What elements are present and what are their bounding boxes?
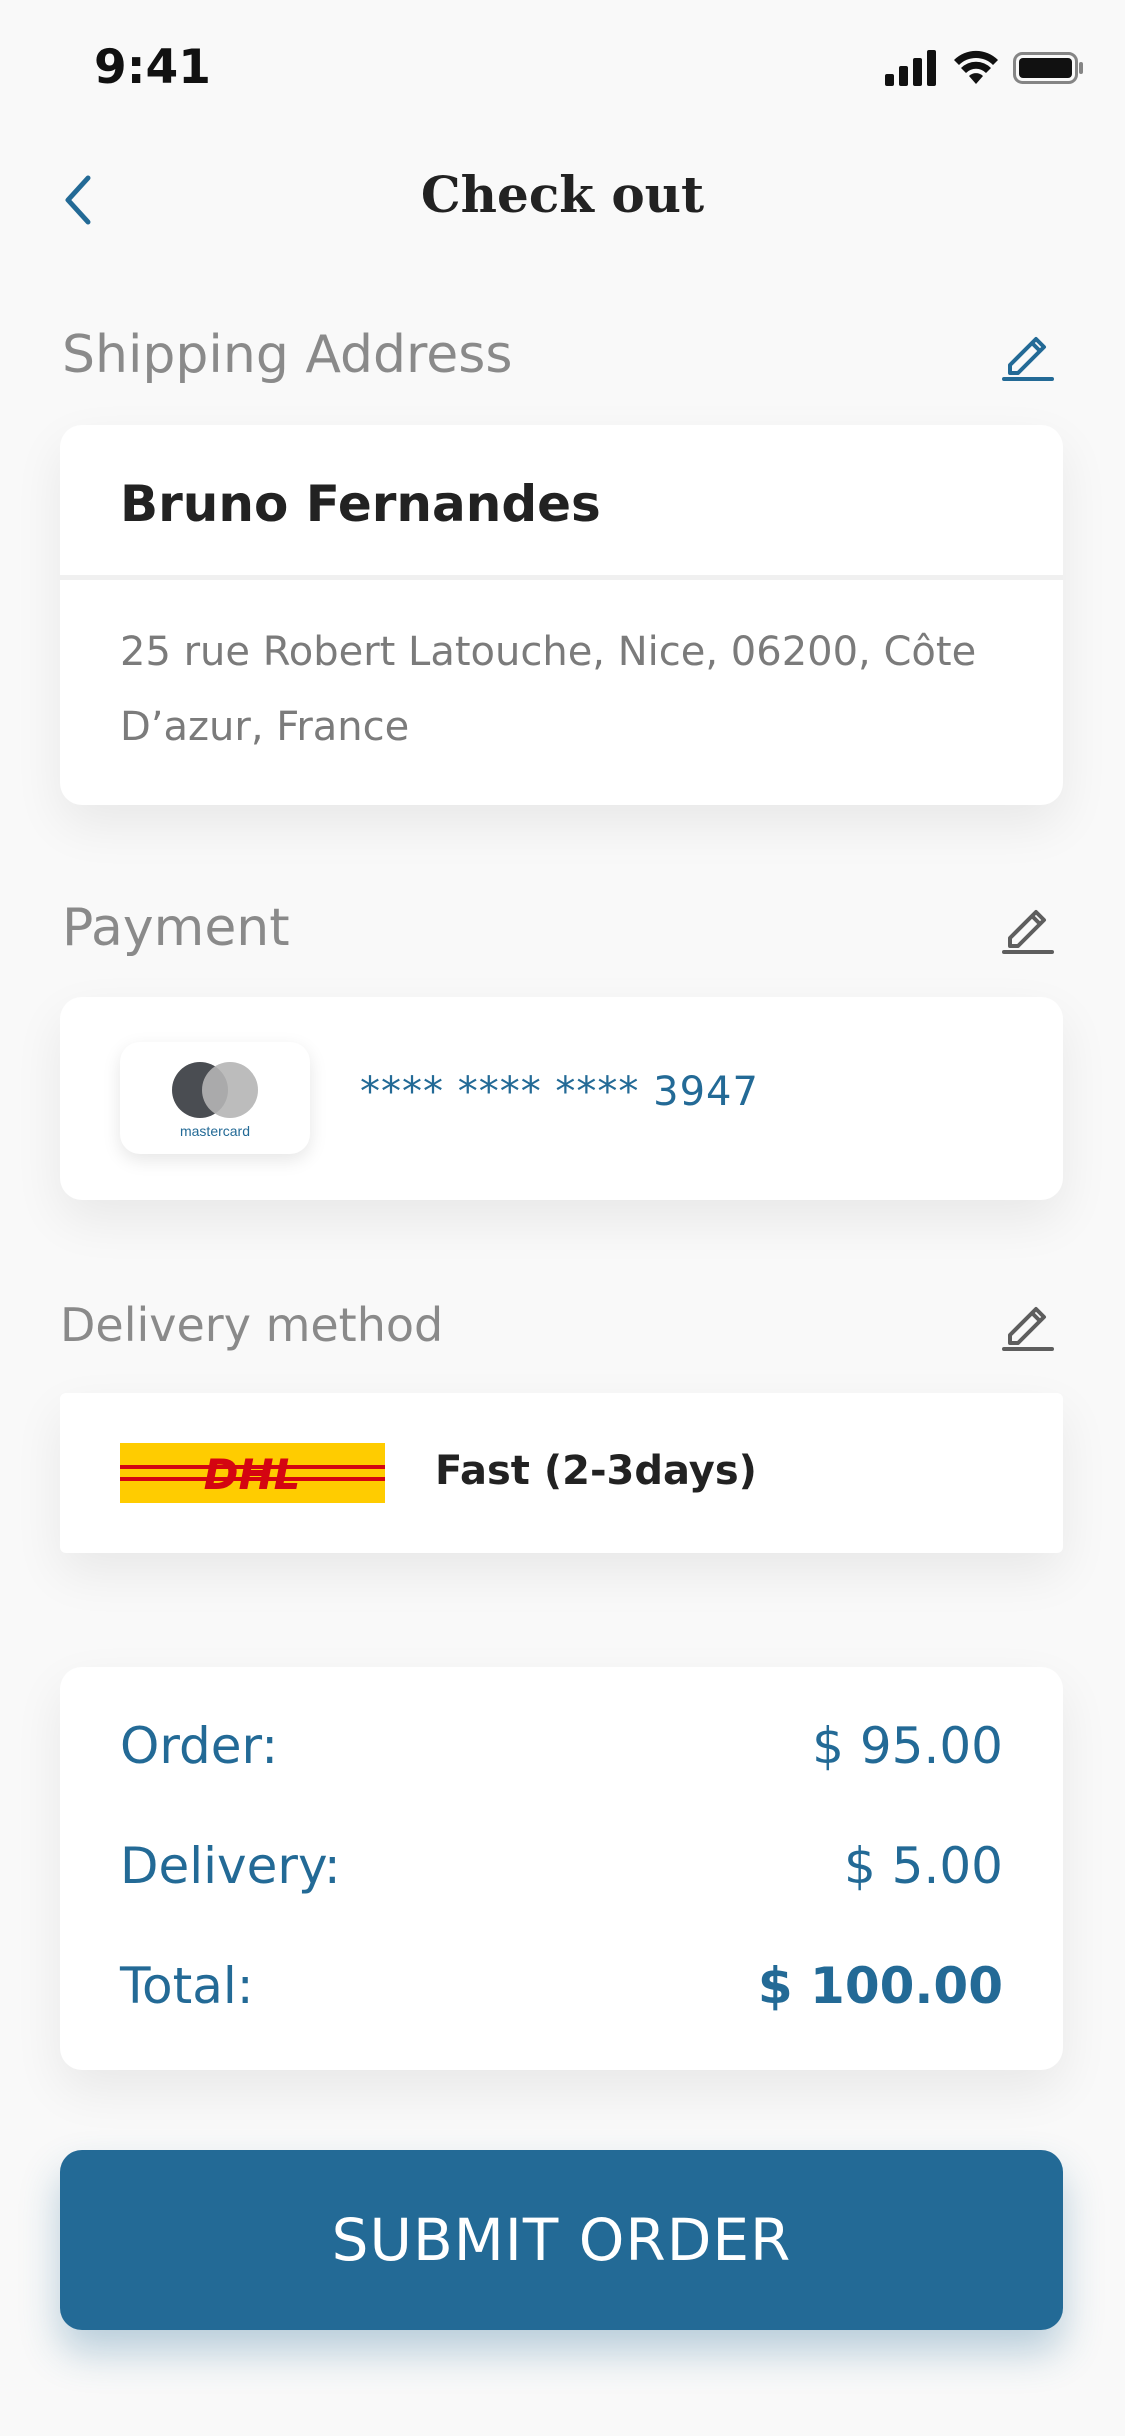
edit-shipping-icon[interactable] bbox=[1000, 325, 1056, 381]
summary-row-total: Total: $ 100.00 bbox=[120, 1957, 1003, 2015]
shipping-section-label: Shipping Address bbox=[62, 325, 513, 385]
dhl-wordmark: DHL bbox=[204, 1450, 301, 1499]
address-text: 25 rue Robert Latouche, Nice, 06200, Côt… bbox=[120, 615, 1020, 765]
dhl-logo: DHL bbox=[120, 1443, 385, 1503]
summary-row-order: Order: $ 95.00 bbox=[120, 1717, 1003, 1775]
order-label: Order: bbox=[120, 1717, 279, 1775]
status-time: 9:41 bbox=[94, 40, 211, 95]
delivery-section-label: Delivery method bbox=[60, 1298, 444, 1352]
dhl-badge: DHL bbox=[120, 1443, 385, 1503]
battery-icon bbox=[1013, 52, 1083, 84]
total-value: $ 100.00 bbox=[757, 1957, 1003, 2015]
status-icons bbox=[883, 50, 1085, 86]
order-value: $ 95.00 bbox=[812, 1717, 1003, 1775]
delivery-value: $ 5.00 bbox=[843, 1837, 1003, 1895]
address-line-1: 25 rue Robert Latouche, Nice, 06200, Côt… bbox=[120, 629, 977, 675]
recipient-name: Bruno Fernandes bbox=[120, 475, 601, 533]
address-line-2: D’azur, France bbox=[120, 704, 410, 750]
signal-icon bbox=[885, 50, 936, 86]
edit-payment-icon[interactable] bbox=[1000, 898, 1056, 954]
order-summary-card: Order: $ 95.00 Delivery: $ 5.00 Total: $… bbox=[60, 1667, 1063, 2070]
payment-card[interactable]: mastercard **** **** **** 3947 bbox=[60, 997, 1063, 1200]
submit-order-button[interactable]: SUBMIT ORDER bbox=[60, 2150, 1063, 2330]
delivery-label: Delivery: bbox=[120, 1837, 341, 1895]
wifi-icon bbox=[954, 50, 998, 84]
mastercard-logo: mastercard bbox=[172, 1062, 258, 1139]
shipping-address-card[interactable]: Bruno Fernandes 25 rue Robert Latouche, … bbox=[60, 425, 1063, 805]
mastercard-badge: mastercard bbox=[120, 1042, 310, 1154]
delivery-card[interactable]: DHL Fast (2-3days) bbox=[60, 1393, 1063, 1553]
summary-row-delivery: Delivery: $ 5.00 bbox=[120, 1837, 1003, 1895]
page-title: Check out bbox=[420, 165, 705, 224]
total-label: Total: bbox=[120, 1957, 254, 2015]
delivery-speed: Fast (2-3days) bbox=[435, 1448, 757, 1494]
divider bbox=[60, 575, 1063, 580]
edit-delivery-icon[interactable] bbox=[1000, 1295, 1056, 1351]
mastercard-wordmark: mastercard bbox=[180, 1123, 250, 1139]
payment-section-label: Payment bbox=[62, 898, 290, 958]
card-number: **** **** **** 3947 bbox=[360, 1069, 759, 1115]
